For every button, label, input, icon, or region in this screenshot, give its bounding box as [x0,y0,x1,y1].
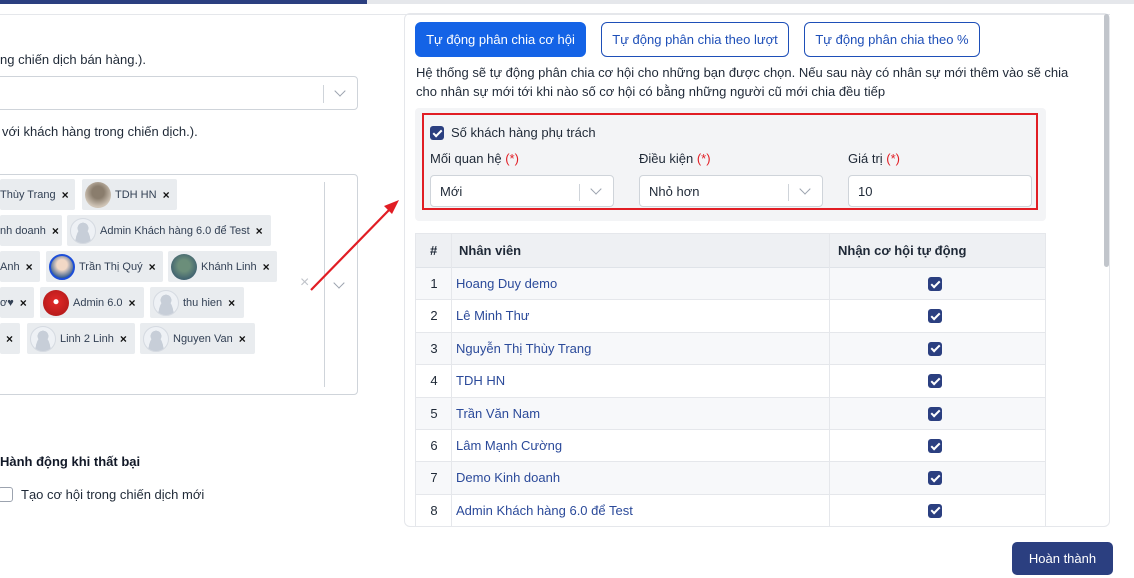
finish-button[interactable]: Hoàn thành [1012,542,1113,575]
annotation-arrow [310,200,399,291]
